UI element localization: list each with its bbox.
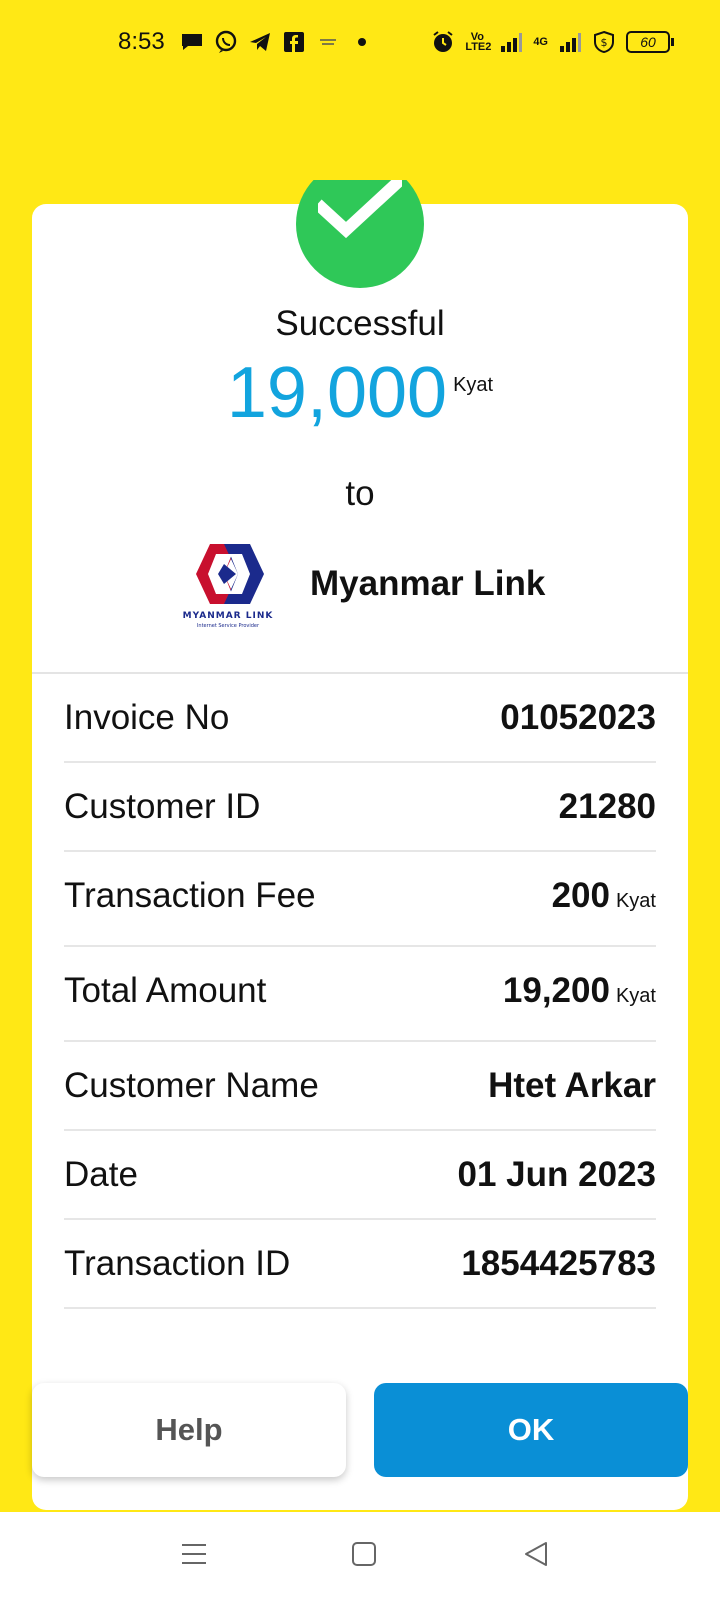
detail-value: 1854425783 xyxy=(461,1244,656,1283)
volte-label: Vo LTE2 xyxy=(465,31,492,53)
detail-label: Customer ID xyxy=(64,787,261,826)
detail-value: 01052023 xyxy=(500,698,656,737)
detail-row-invoice: Invoice No 01052023 xyxy=(64,674,656,763)
detail-row-transaction-fee: Transaction Fee 200 Kyat xyxy=(64,852,656,947)
detail-value: 19,200 Kyat xyxy=(502,971,656,1010)
alarm-icon xyxy=(433,31,453,52)
notification-icon xyxy=(320,39,336,45)
details-list: Invoice No 01052023 Customer ID 21280 Tr… xyxy=(64,674,656,1309)
signal-icon xyxy=(501,33,523,52)
amount-row: 19,000 Kyat xyxy=(32,352,688,434)
success-check-icon xyxy=(296,180,424,288)
detail-row-transaction-id: Transaction ID 1854425783 xyxy=(64,1220,656,1309)
back-triangle-icon[interactable] xyxy=(522,1540,550,1568)
shield-icon: $ xyxy=(594,30,614,54)
message-icon xyxy=(182,34,202,50)
detail-value: 01 Jun 2023 xyxy=(457,1155,656,1194)
telegram-icon xyxy=(250,33,270,51)
detail-row-customer-id: Customer ID 21280 xyxy=(64,763,656,852)
network-label: 4G xyxy=(533,36,548,48)
ok-button[interactable]: OK xyxy=(374,1383,688,1477)
merchant-name: Myanmar Link xyxy=(310,564,546,603)
detail-label: Total Amount xyxy=(64,971,267,1010)
svg-text:$: $ xyxy=(601,36,608,49)
detail-row-customer-name: Customer Name Htet Arkar xyxy=(64,1042,656,1131)
success-title: Successful xyxy=(275,304,445,343)
battery-icon: 60 xyxy=(626,31,674,53)
system-nav-bar xyxy=(0,1512,720,1600)
svg-text:Internet Service Provider: Internet Service Provider xyxy=(197,623,260,629)
detail-row-total-amount: Total Amount 19,200 Kyat xyxy=(64,947,656,1042)
detail-label: Invoice No xyxy=(64,698,230,737)
dot-icon xyxy=(358,38,366,46)
status-bar: 8:53 Vo LTE2 4G $ 60 xyxy=(0,0,720,90)
status-time: 8:53 xyxy=(118,28,165,55)
facebook-icon xyxy=(284,32,304,52)
detail-label: Date xyxy=(64,1155,138,1194)
detail-label: Transaction ID xyxy=(64,1244,291,1283)
receipt-card: Successful 19,000 Kyat to MYANMAR LINK In… xyxy=(32,180,688,1510)
menu-icon[interactable] xyxy=(180,1540,208,1568)
detail-unit: Kyat xyxy=(615,985,656,1007)
detail-value: 200 Kyat xyxy=(551,876,656,915)
to-label: to xyxy=(345,474,375,513)
signal-4g-icon xyxy=(560,33,581,52)
svg-text:MYANMAR LINK: MYANMAR LINK xyxy=(183,611,274,621)
amount-value: 19,000 xyxy=(226,353,448,433)
merchant-logo: MYANMAR LINK Internet Service Provider xyxy=(180,540,276,630)
detail-row-date: Date 01 Jun 2023 xyxy=(64,1131,656,1220)
amount-unit: Kyat xyxy=(453,374,494,396)
detail-label: Customer Name xyxy=(64,1066,319,1105)
viber-icon xyxy=(215,30,237,53)
detail-value: Htet Arkar xyxy=(488,1066,656,1105)
detail-label: Transaction Fee xyxy=(64,876,316,915)
detail-unit: Kyat xyxy=(615,890,656,912)
detail-value: 21280 xyxy=(558,787,656,826)
home-square-icon[interactable] xyxy=(350,1540,378,1568)
status-right-icons: Vo LTE2 4G $ 60 xyxy=(431,30,674,54)
status-left-icons xyxy=(180,30,374,54)
help-button[interactable]: Help xyxy=(32,1383,346,1477)
